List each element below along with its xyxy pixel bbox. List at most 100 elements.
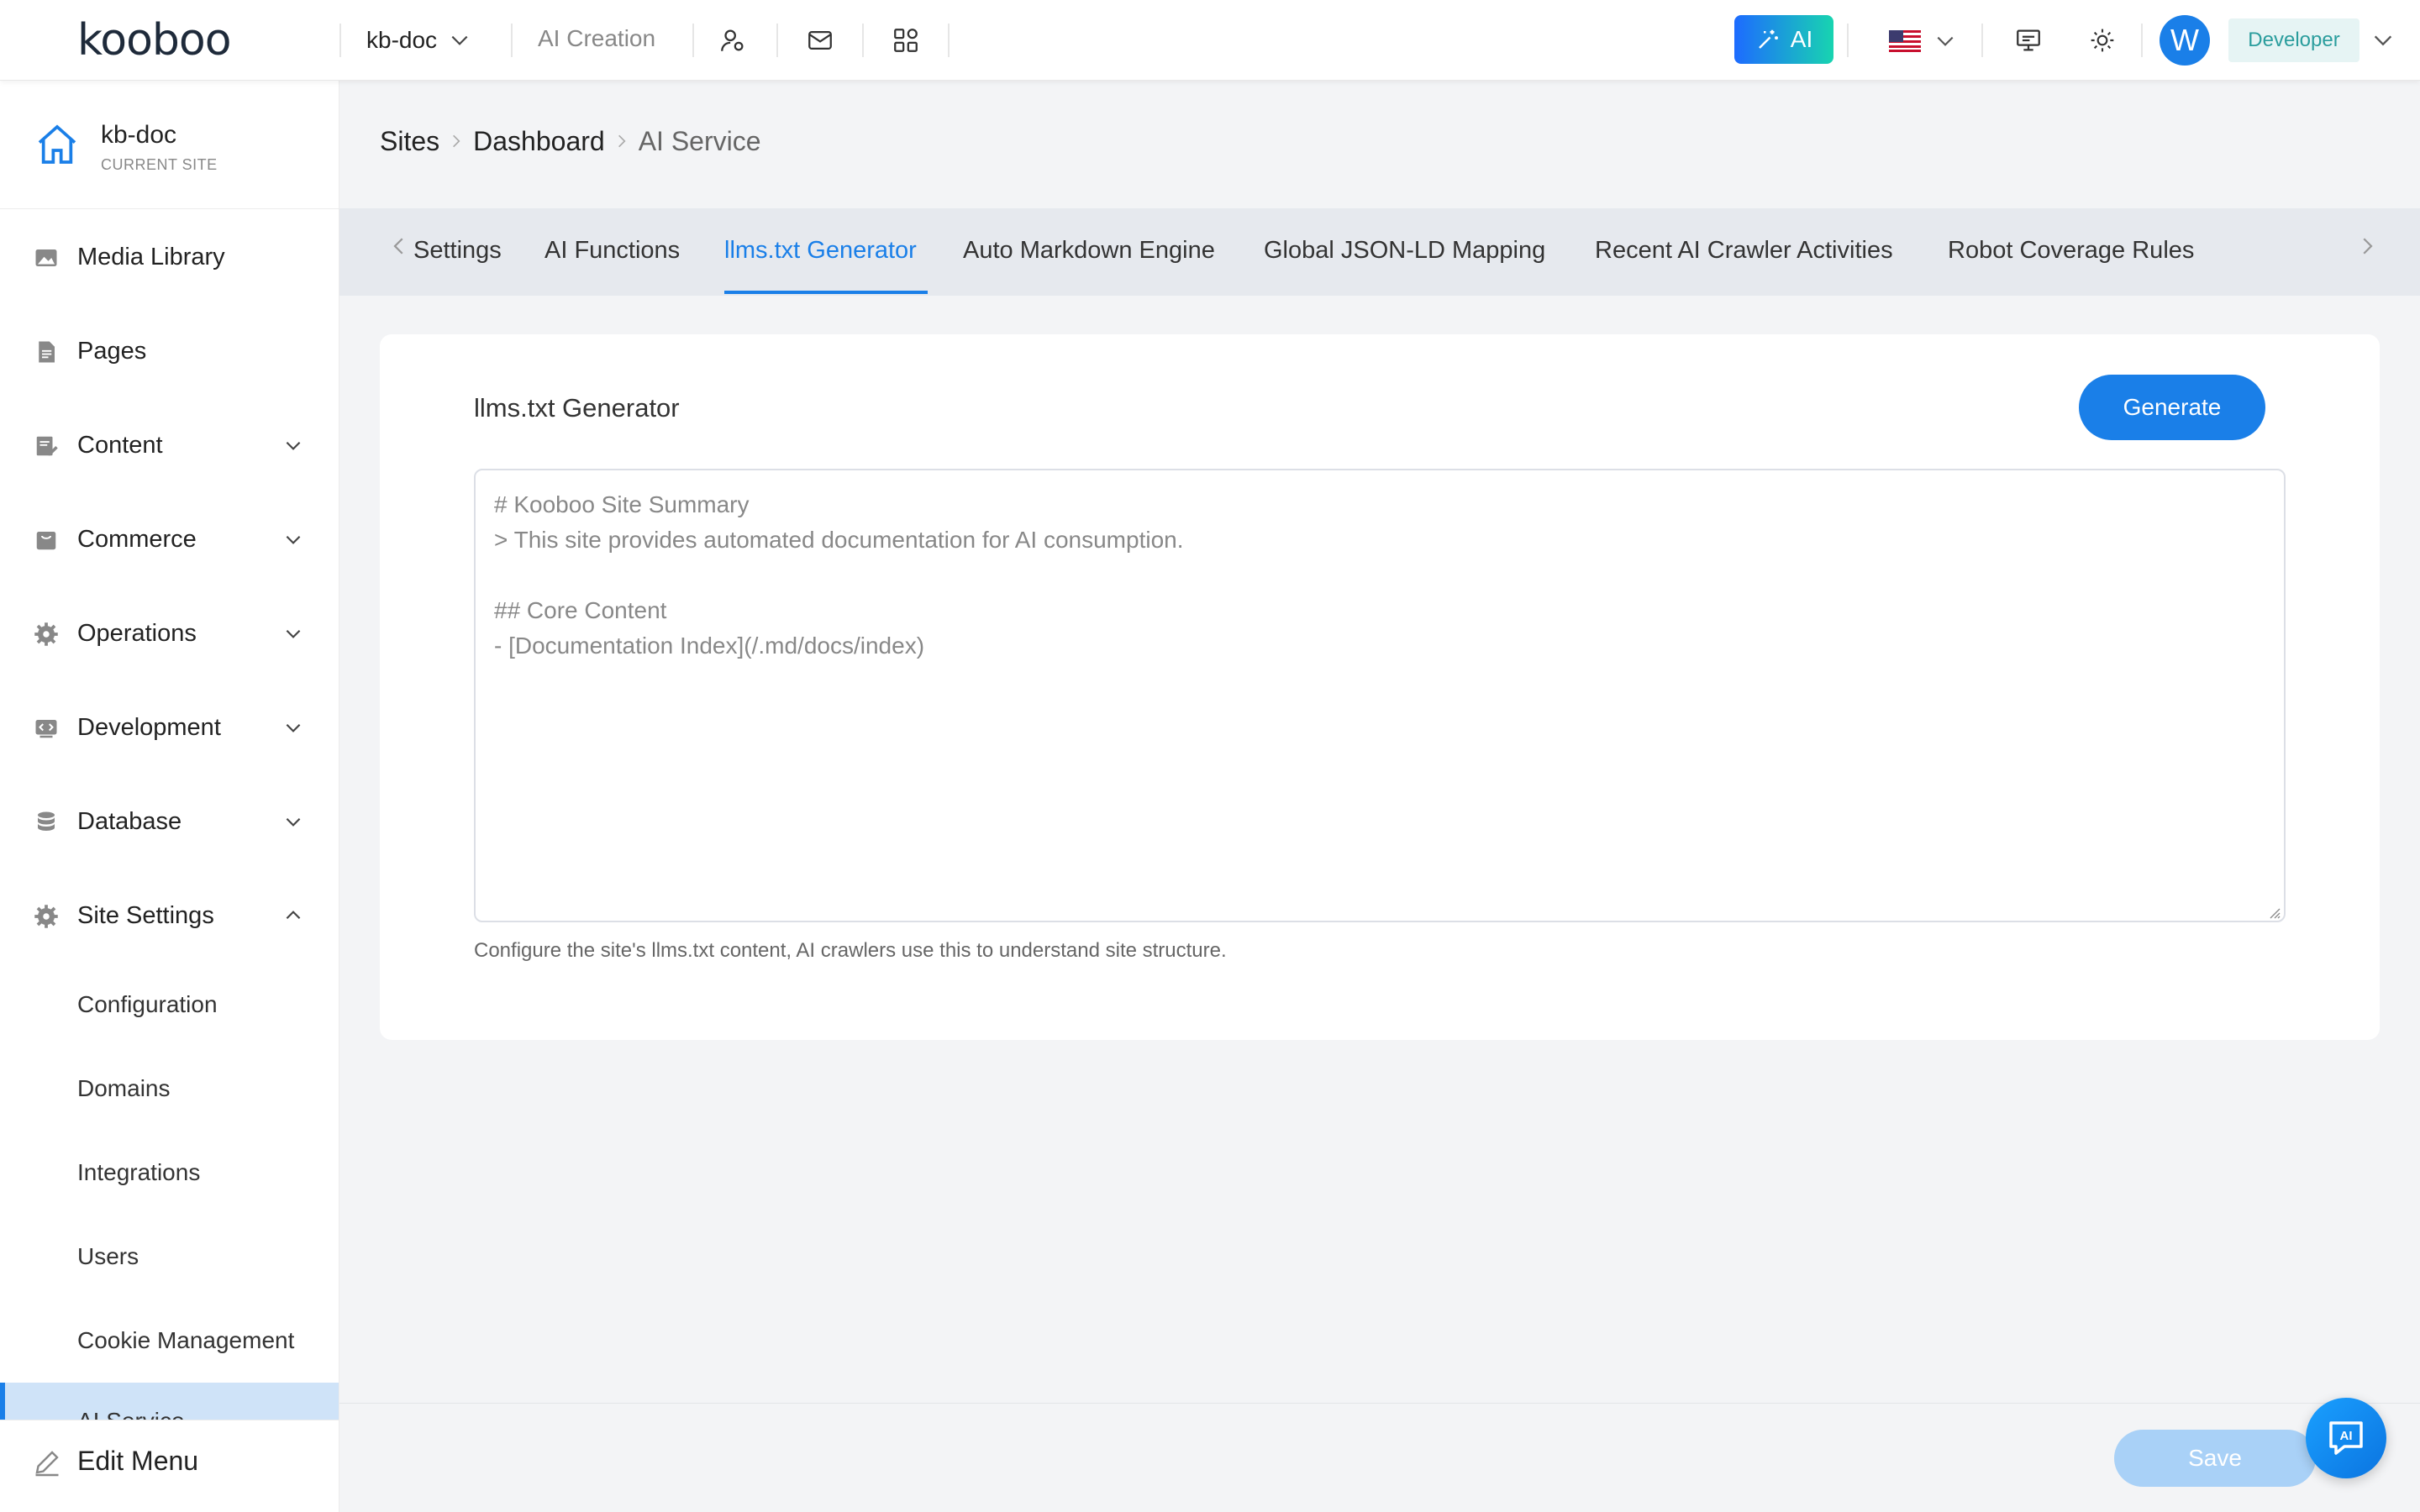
sidebar-subitem-configuration[interactable]: Configuration: [77, 991, 218, 1018]
sidebar-item-label: Media Library: [77, 243, 225, 270]
code-icon: [35, 720, 57, 738]
tab-robot-coverage-rules[interactable]: Robot Coverage Rules: [1948, 237, 2194, 265]
divider: [948, 24, 950, 57]
ai-chat-label: AI: [2340, 1429, 2353, 1443]
chevron-down-icon: [286, 629, 301, 638]
edit-note-icon: [36, 436, 58, 456]
ai-chat-button[interactable]: AI: [2306, 1398, 2386, 1478]
breadcrumb: Sites Dashboard AI Service: [380, 124, 761, 158]
card-title: llms.txt Generator: [474, 393, 680, 423]
tab-ai-functions[interactable]: AI Functions: [544, 237, 680, 265]
sidebar-subitem-ai-service[interactable]: AI Service: [0, 1383, 339, 1434]
divider: [0, 208, 339, 209]
chevron-up-icon: [286, 911, 301, 920]
divider: [339, 24, 341, 57]
sidebar-subitem-domains[interactable]: Domains: [77, 1075, 170, 1102]
sidebar-item-content[interactable]: Content: [0, 412, 339, 479]
sidebar-item-database[interactable]: Database: [0, 788, 339, 855]
sidebar-item-label: Site Settings: [77, 901, 214, 929]
llms-txt-editor[interactable]: # Kooboo Site Summary > This site provid…: [474, 469, 2286, 922]
site-selector-label: kb-doc: [366, 27, 438, 53]
sidebar-subitem-cookie-management[interactable]: Cookie Management: [77, 1327, 294, 1354]
sidebar-subitem-users[interactable]: Users: [77, 1243, 139, 1270]
sidebar-item-label: Development: [77, 713, 221, 741]
tab-auto-markdown-engine[interactable]: Auto Markdown Engine: [963, 237, 1215, 265]
ai-button-label: AI: [1790, 26, 1813, 52]
sidebar-item-commerce[interactable]: Commerce: [0, 506, 339, 573]
current-site-caption: CURRENT SITE: [101, 156, 218, 173]
sidebar-item-site-settings[interactable]: Site Settings: [0, 882, 339, 949]
tab-bar: Settings AI Functions llms.txt Generator…: [339, 208, 2420, 296]
generate-button[interactable]: Generate: [2079, 375, 2265, 440]
bottom-action-bar: [339, 1403, 2420, 1512]
theme-sun-icon[interactable]: [2086, 24, 2119, 57]
save-button[interactable]: Save: [2114, 1430, 2316, 1487]
current-site[interactable]: kb-doc CURRENT SITE: [34, 121, 319, 188]
chevron-right-icon: [439, 133, 473, 150]
chevron-down-icon: [451, 35, 468, 45]
divider: [692, 24, 694, 57]
magic-wand-icon: [1758, 29, 1778, 49]
user-settings-icon[interactable]: [716, 24, 750, 57]
tab-llms-txt-generator[interactable]: llms.txt Generator: [724, 237, 917, 265]
tab-recent-ai-crawler-activities[interactable]: Recent AI Crawler Activities: [1595, 237, 1893, 265]
mail-icon[interactable]: [803, 24, 837, 57]
chevron-down-icon[interactable]: [2371, 29, 2395, 52]
llms-generator-card: llms.txt Generator Generate # Kooboo Sit…: [380, 334, 2380, 1040]
pencil-icon: [35, 1451, 59, 1477]
database-icon: [38, 811, 55, 831]
edit-menu-button[interactable]: Edit Menu: [0, 1420, 339, 1512]
document-icon: [39, 341, 55, 363]
edit-menu-label: Edit Menu: [77, 1446, 199, 1476]
chevron-down-icon[interactable]: [1934, 30, 1956, 52]
divider: [1981, 24, 1983, 57]
sidebar-item-development[interactable]: Development: [0, 694, 339, 761]
chevron-down-icon: [286, 817, 301, 827]
sidebar-item-label: Database: [77, 807, 182, 835]
ai-button[interactable]: AI: [1734, 15, 1833, 64]
divider: [862, 24, 864, 57]
breadcrumb-sites[interactable]: Sites: [380, 126, 439, 157]
divider: [1847, 24, 1849, 57]
sidebar-item-pages[interactable]: Pages: [0, 318, 339, 385]
user-avatar[interactable]: W: [2160, 15, 2210, 66]
breadcrumb-dashboard[interactable]: Dashboard: [473, 126, 605, 157]
divider: [2141, 24, 2143, 57]
help-text: Configure the site's llms.txt content, A…: [474, 939, 1227, 962]
current-site-name: kb-doc: [101, 121, 177, 149]
gear-icon: [34, 905, 58, 928]
breadcrumb-ai-service: AI Service: [638, 125, 761, 156]
chevron-left-icon[interactable]: [387, 234, 412, 259]
divider: [511, 24, 513, 57]
chat-bubble-icon: AI: [2329, 1421, 2363, 1455]
sidebar-subitem-integrations[interactable]: Integrations: [77, 1159, 200, 1186]
us-flag-icon[interactable]: [1889, 30, 1921, 52]
presentation-icon[interactable]: [2012, 24, 2045, 57]
role-badge[interactable]: Developer: [2228, 18, 2360, 62]
divider: [776, 24, 778, 57]
image-icon: [35, 249, 57, 266]
sidebar-item-label: Pages: [77, 337, 147, 365]
active-tab-indicator: [724, 291, 928, 294]
chevron-down-icon: [286, 535, 301, 544]
sidebar-item-media-library[interactable]: Media Library: [0, 223, 339, 291]
tab-global-json-ld-mapping[interactable]: Global JSON-LD Mapping: [1264, 237, 1545, 265]
sidebar-item-label: Commerce: [77, 525, 197, 553]
sidebar-item-label: Content: [77, 431, 163, 459]
shopping-bag-icon: [36, 532, 56, 550]
sidebar: kb-doc CURRENT SITE Media Library Pages …: [0, 81, 339, 1512]
ai-creation-link[interactable]: AI Creation: [538, 25, 655, 52]
kooboo-logo[interactable]: kooboo: [77, 17, 232, 64]
chevron-down-icon: [286, 441, 301, 450]
site-selector[interactable]: kb-doc: [366, 24, 471, 57]
chevron-right-icon: [605, 133, 639, 150]
gear-icon: [34, 622, 58, 646]
chevron-right-icon[interactable]: [2354, 234, 2380, 259]
chevron-down-icon: [286, 723, 301, 732]
tab-settings[interactable]: Settings: [413, 237, 502, 265]
apps-grid-icon[interactable]: [889, 24, 923, 57]
sidebar-item-operations[interactable]: Operations: [0, 600, 339, 667]
resize-handle-icon[interactable]: [2267, 906, 2281, 919]
home-icon: [38, 124, 76, 164]
sidebar-item-label: Operations: [77, 619, 197, 647]
